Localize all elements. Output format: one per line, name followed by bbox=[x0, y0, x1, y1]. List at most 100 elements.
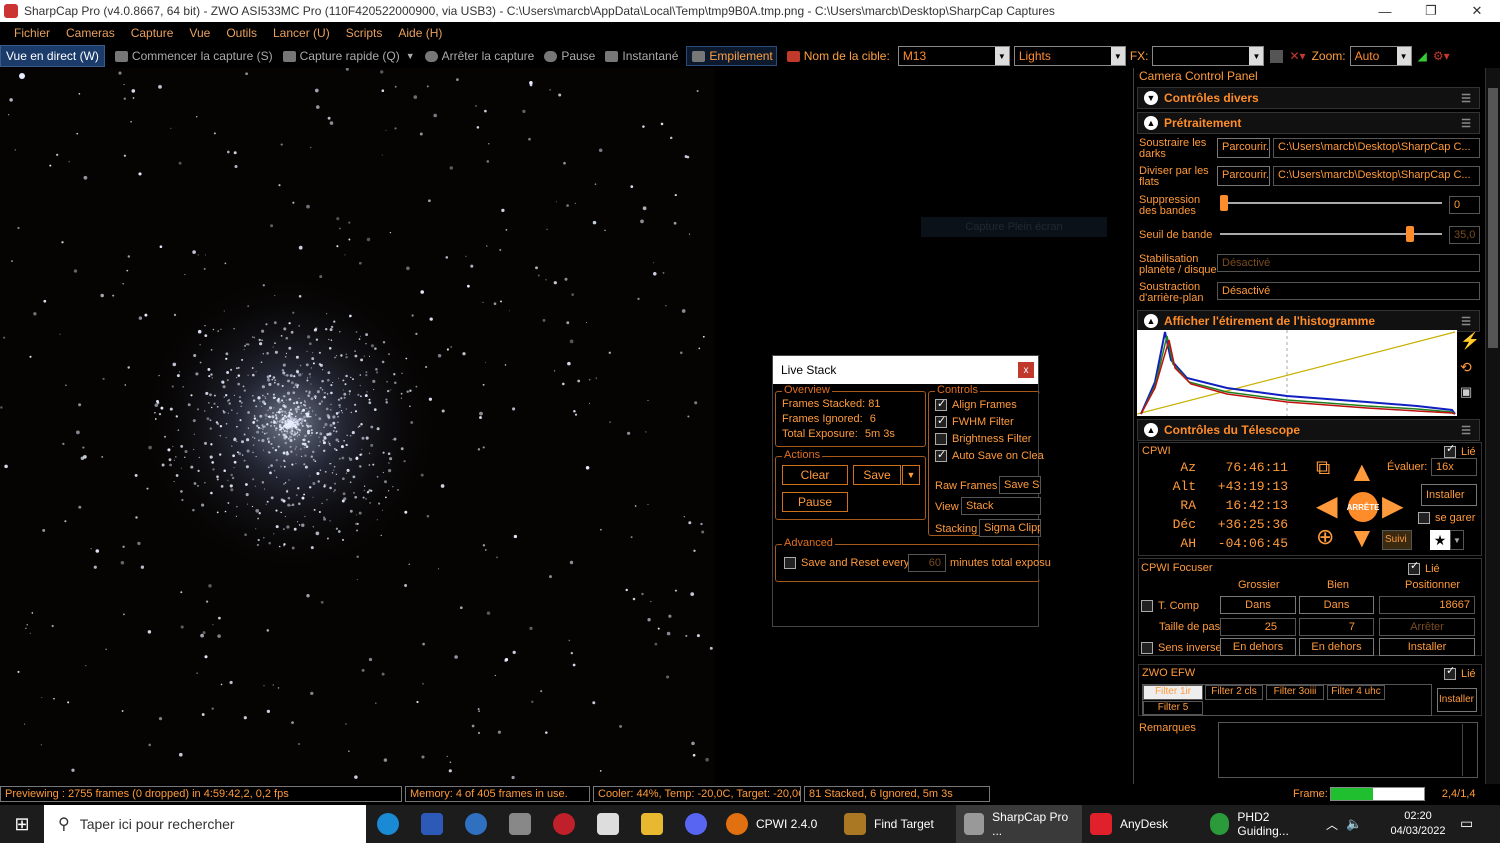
frame-type-select[interactable]: Lights ▼ bbox=[1013, 46, 1126, 66]
filter-3-button[interactable]: Filter 3oiii bbox=[1266, 685, 1324, 700]
stabilization-select[interactable]: Désactivé bbox=[1217, 254, 1480, 272]
taskbar-app-sharpcap[interactable]: SharpCap Pro ... bbox=[956, 805, 1082, 843]
coarse-in-button[interactable]: Dans bbox=[1220, 596, 1296, 614]
band-threshold-slider-thumb[interactable] bbox=[1406, 226, 1415, 242]
coarse-step-input[interactable]: 25 bbox=[1220, 618, 1296, 636]
fwhm-filter-checkbox[interactable]: FWHM Filter bbox=[935, 414, 1044, 429]
menu-lancer[interactable]: Lancer (U) bbox=[273, 26, 330, 40]
band-threshold-slider[interactable] bbox=[1220, 226, 1442, 242]
telescope-linked-checkbox[interactable]: Lié bbox=[1444, 444, 1476, 458]
filter-1-button[interactable]: Filter 1ir bbox=[1143, 685, 1203, 700]
save-icon[interactable]: ▣ bbox=[1460, 385, 1472, 398]
live-view-button[interactable]: Vue en direct (W) bbox=[0, 45, 105, 67]
center-target-icon[interactable]: ⊕ bbox=[1316, 526, 1334, 548]
red-app-icon[interactable] bbox=[542, 805, 586, 843]
misc-controls-header[interactable]: ▼ Contrôles divers ☰ bbox=[1137, 87, 1480, 109]
menu-cameras[interactable]: Cameras bbox=[66, 26, 115, 40]
tracking-button[interactable]: Suivi bbox=[1382, 530, 1412, 550]
taskbar-app-cpwi[interactable]: CPWI 2.4.0 bbox=[718, 805, 836, 843]
darks-browse-button[interactable]: Parcourir... bbox=[1217, 138, 1270, 158]
stop-capture-button[interactable]: Arrêter la capture bbox=[423, 49, 534, 63]
close-button[interactable]: ✕ bbox=[1454, 0, 1500, 22]
histogram-tool-icon[interactable] bbox=[1270, 49, 1284, 63]
stacking-select[interactable]: Sigma Clipp bbox=[979, 519, 1041, 537]
folder-icon[interactable] bbox=[630, 805, 674, 843]
rate-select[interactable]: 16x bbox=[1431, 458, 1477, 476]
darks-path-select[interactable]: C:\Users\marcb\Desktop\SharpCap C... bbox=[1273, 138, 1480, 158]
notes-textarea[interactable] bbox=[1218, 722, 1478, 778]
band-threshold-value[interactable]: 35,0 bbox=[1449, 226, 1480, 244]
goto-icon[interactable]: ⧉ bbox=[1316, 458, 1330, 478]
flats-browse-button[interactable]: Parcourir... bbox=[1217, 166, 1270, 186]
chevron-up-icon[interactable]: ︿ bbox=[1326, 816, 1338, 833]
restore-button[interactable]: ❐ bbox=[1408, 0, 1454, 22]
menu-outils[interactable]: Outils bbox=[226, 26, 257, 40]
background-sub-select[interactable]: Désactivé bbox=[1217, 282, 1480, 300]
taskbar-search[interactable]: ⚲ Taper ici pour rechercher bbox=[44, 805, 366, 843]
app-c-icon[interactable] bbox=[454, 805, 498, 843]
histogram-icon[interactable]: ◢ bbox=[1418, 49, 1427, 63]
crosshair-icon[interactable]: ✕▾ bbox=[1289, 49, 1305, 63]
align-frames-checkbox[interactable]: Align Frames bbox=[935, 397, 1044, 412]
menu-aide[interactable]: Aide (H) bbox=[398, 26, 442, 40]
notes-scrollbar[interactable] bbox=[1462, 724, 1476, 776]
menu-icon[interactable]: ☰ bbox=[1461, 315, 1471, 328]
arrow-left-icon[interactable]: ◀ bbox=[1316, 492, 1338, 520]
notification-icon[interactable]: ▭ bbox=[1460, 815, 1473, 832]
quick-capture-button[interactable]: Capture rapide (Q) ▼ bbox=[281, 49, 415, 63]
view-select[interactable]: Stack bbox=[961, 497, 1041, 515]
histogram-stretch-header[interactable]: ▲ Afficher l'étirement de l'histogramme ☰ bbox=[1137, 310, 1480, 332]
arrow-right-icon[interactable]: ▶ bbox=[1382, 492, 1404, 520]
settings-icon[interactable]: ⚙▾ bbox=[1433, 49, 1450, 63]
star-icon[interactable]: ★ bbox=[1430, 530, 1450, 550]
stacking-button[interactable]: Empilement bbox=[686, 46, 777, 66]
close-icon[interactable]: x bbox=[1018, 362, 1034, 378]
discord-icon[interactable] bbox=[674, 805, 718, 843]
menu-vue[interactable]: Vue bbox=[189, 26, 210, 40]
windows-start-icon[interactable]: ⊞ bbox=[0, 805, 44, 843]
fullscreen-capture-button[interactable]: Capture Plein écran bbox=[921, 217, 1107, 237]
arrow-up-icon[interactable]: ▲ bbox=[1348, 458, 1376, 486]
menu-icon[interactable]: ☰ bbox=[1461, 424, 1471, 437]
banding-value[interactable]: 0 bbox=[1449, 196, 1480, 214]
tcomp-checkbox[interactable]: T. Comp bbox=[1141, 600, 1199, 612]
brightness-filter-checkbox[interactable]: Brightness Filter bbox=[935, 433, 1044, 446]
chevron-down-icon[interactable]: ▼ bbox=[406, 51, 415, 61]
flats-path-select[interactable]: C:\Users\marcb\Desktop\SharpCap C... bbox=[1273, 166, 1480, 186]
focuser-setup-button[interactable]: Installer bbox=[1379, 638, 1475, 656]
chevron-down-icon[interactable]: ▼ bbox=[1450, 530, 1464, 550]
menu-scripts[interactable]: Scripts bbox=[346, 26, 383, 40]
taskbar-app-find-target[interactable]: Find Target bbox=[836, 805, 956, 843]
arrow-down-icon[interactable]: ▼ bbox=[1348, 524, 1376, 552]
taskbar-app-phd2[interactable]: PHD2 Guiding... bbox=[1202, 805, 1322, 843]
filter-4-button[interactable]: Filter 4 uhc bbox=[1327, 685, 1385, 700]
minimize-button[interactable]: — bbox=[1362, 0, 1408, 22]
fine-in-button[interactable]: Dans bbox=[1299, 596, 1374, 614]
taskbar-app-anydesk[interactable]: AnyDesk bbox=[1082, 805, 1202, 843]
word-icon[interactable] bbox=[410, 805, 454, 843]
panel-scrollbar[interactable] bbox=[1485, 68, 1500, 784]
auto-stretch-icon[interactable]: ⚡ bbox=[1460, 334, 1480, 350]
snapshot-button[interactable]: Instantané bbox=[603, 49, 678, 63]
banding-slider[interactable] bbox=[1220, 195, 1442, 211]
telescope-setup-button[interactable]: Installer bbox=[1421, 484, 1477, 506]
scrollbar-thumb[interactable] bbox=[1488, 88, 1498, 348]
zoom-select[interactable]: Auto ▼ bbox=[1349, 46, 1412, 66]
star-app-icon[interactable] bbox=[586, 805, 630, 843]
efw-setup-button[interactable]: Installer bbox=[1437, 688, 1477, 712]
filter-5-button[interactable]: Filter 5 bbox=[1143, 701, 1203, 715]
filter-2-button[interactable]: Filter 2 cls bbox=[1205, 685, 1263, 700]
focuser-linked-checkbox[interactable]: Lié bbox=[1408, 561, 1440, 575]
preprocessing-header[interactable]: ▲ Prétraitement ☰ bbox=[1137, 112, 1480, 134]
menu-icon[interactable]: ☰ bbox=[1461, 117, 1471, 130]
fx-select[interactable]: ▼ bbox=[1152, 46, 1265, 66]
volume-icon[interactable]: 🔈 bbox=[1346, 816, 1362, 832]
save-dropdown-icon[interactable]: ▼ bbox=[902, 465, 920, 485]
auto-save-checkbox[interactable]: Auto Save on Clea bbox=[935, 448, 1044, 463]
start-capture-button[interactable]: Commencer la capture (S) bbox=[113, 49, 273, 63]
clock[interactable]: 02:20 04/03/2022 bbox=[1384, 809, 1452, 839]
efw-linked-checkbox[interactable]: Lié bbox=[1444, 666, 1476, 680]
satellite-icon[interactable] bbox=[498, 805, 542, 843]
menu-fichier[interactable]: Fichier bbox=[14, 26, 50, 40]
park-checkbox[interactable]: se garer bbox=[1418, 512, 1475, 524]
